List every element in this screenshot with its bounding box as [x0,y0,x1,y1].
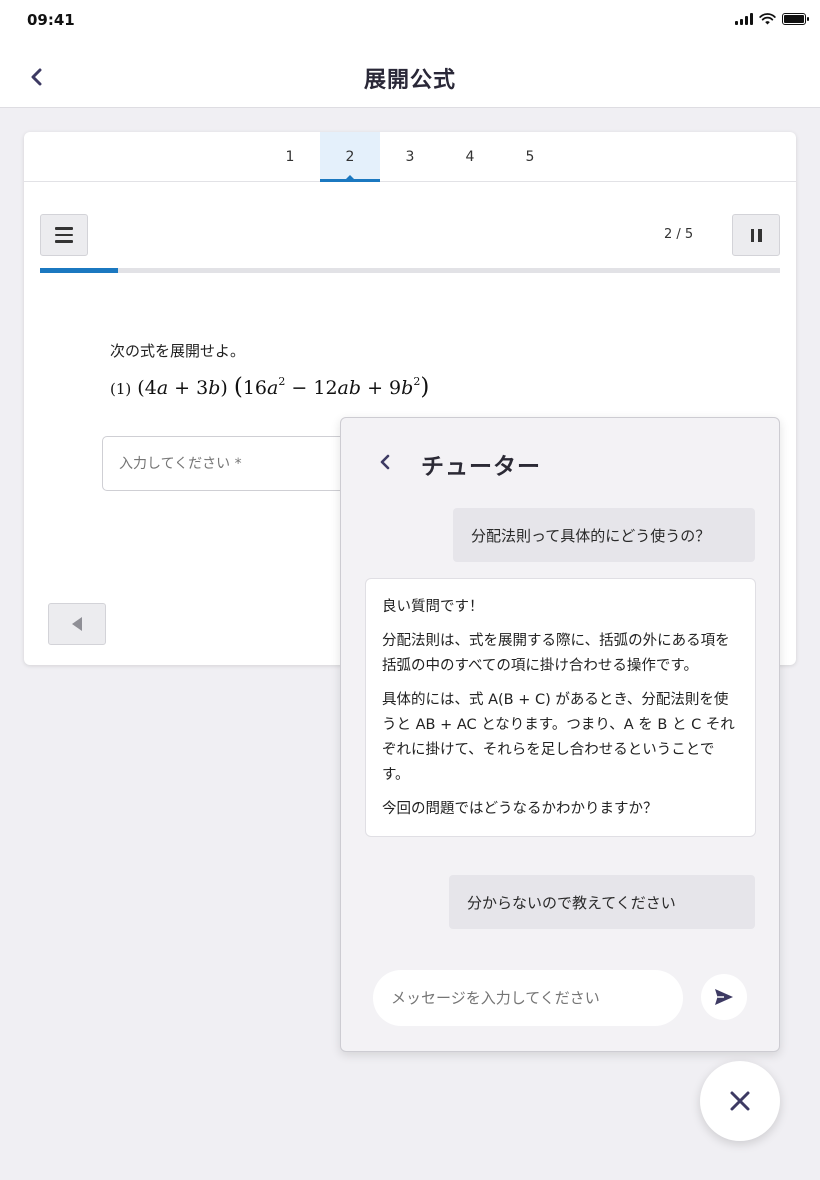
tutor-message-paragraph: 分配法則は、式を展開する際に、括弧の外にある項を括弧の中のすべての項に掛け合わせ… [382,629,739,679]
cellular-signal-icon [735,13,753,25]
tutor-message-paragraph: 今回の問題ではどうなるかわかりますか？ [382,797,739,822]
message-input[interactable] [373,970,683,1026]
tutor-message-paragraph: 具体的には、式 A(B + C) があるとき、分配法則を使うと AB + AC … [382,688,739,788]
status-icons [735,13,806,25]
navigation-bar: 展開公式 [0,44,820,108]
tab-2[interactable]: 2 [320,132,380,182]
pause-icon [751,229,755,242]
send-button[interactable] [701,974,747,1020]
math-expression: (4a + 3b) (16a2 − 12ab + 9b2) [137,377,429,399]
progress-bar [40,268,780,273]
send-icon [714,988,734,1006]
previous-button[interactable] [48,603,106,645]
question-number: (1) [110,380,131,398]
close-tutor-button[interactable] [700,1061,780,1141]
tutor-panel: チューター 分配法則って具体的にどう使うの？ 良い質問です！ 分配法則は、式を展… [340,417,780,1052]
tab-5[interactable]: 5 [500,132,560,182]
tab-4[interactable]: 4 [440,132,500,182]
question-instruction: 次の式を展開せよ。 [110,340,245,361]
progress-bar-fill [40,268,118,273]
user-message: 分配法則って具体的にどう使うの？ [453,508,755,562]
hamburger-icon [55,227,73,230]
user-message-text: 分からないので教えてください [467,892,676,913]
tutor-message: 良い質問です！ 分配法則は、式を展開する際に、括弧の外にある項を括弧の中のすべて… [365,578,756,837]
user-message-text: 分配法則って具体的にどう使うの？ [471,525,710,546]
tutor-back-button[interactable] [371,448,399,476]
battery-icon [782,13,806,25]
close-icon [729,1090,751,1112]
user-message: 分からないので教えてください [449,875,755,929]
tutor-title: チューター [421,447,541,481]
progress-label: 2 / 5 [664,227,693,242]
triangle-left-icon [72,617,82,631]
tab-3[interactable]: 3 [380,132,440,182]
chevron-left-icon [379,454,391,470]
pause-button[interactable] [732,214,780,256]
tutor-message-paragraph: 良い質問です！ [382,595,739,620]
status-bar: 09:41 [0,0,820,44]
page-title: 展開公式 [0,62,820,94]
question-expression: (1) (4a + 3b) (16a2 − 12ab + 9b2) [110,374,429,400]
question-tabs: 1 2 3 4 5 [24,132,796,182]
wifi-icon [759,13,776,25]
status-time: 09:41 [27,11,75,29]
tab-1[interactable]: 1 [260,132,320,182]
menu-button[interactable] [40,214,88,256]
